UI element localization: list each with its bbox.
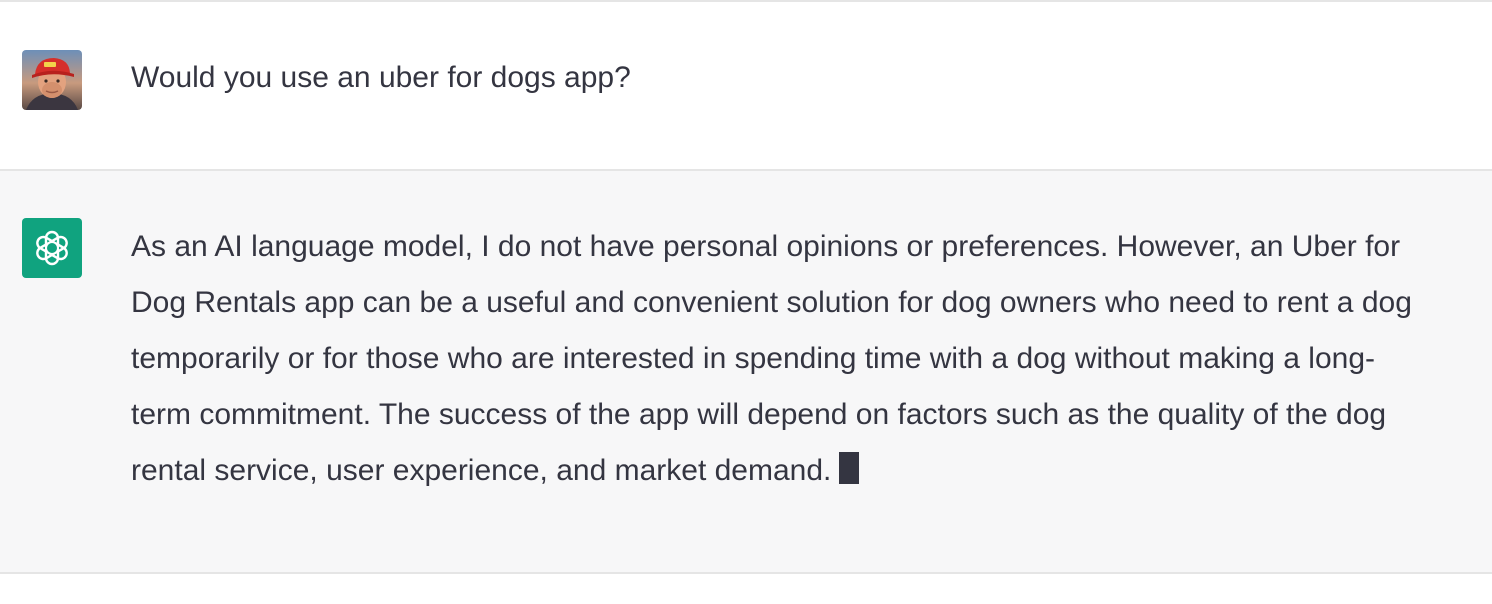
user-message-row: Would you use an uber for dogs app? <box>0 0 1492 171</box>
assistant-message-row: As an AI language model, I do not have p… <box>0 171 1492 574</box>
assistant-message: As an AI language model, I do not have p… <box>131 219 1434 499</box>
user-avatar-photo <box>22 50 82 110</box>
user-message-text: Would you use an uber for dogs app? <box>131 61 631 94</box>
openai-logo-icon <box>36 230 68 266</box>
assistant-message-text: As an AI language model, I do not have p… <box>131 230 1412 487</box>
chat-thread: Would you use an uber for dogs app? As a… <box>0 0 1492 604</box>
text-cursor-block <box>839 452 860 484</box>
assistant-avatar <box>22 218 82 278</box>
user-avatar <box>22 50 82 110</box>
